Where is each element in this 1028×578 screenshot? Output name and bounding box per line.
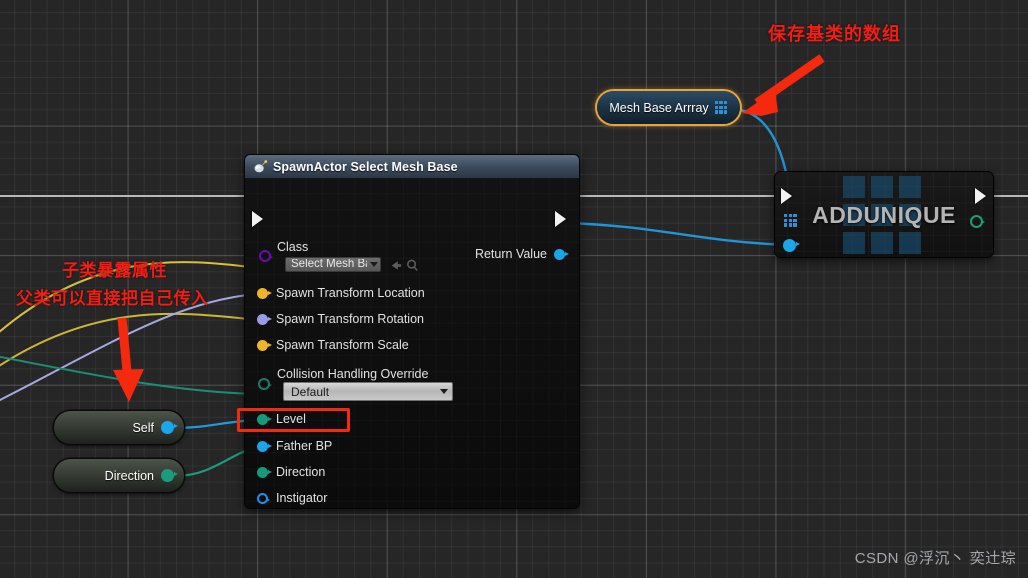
exec-in-pin[interactable] <box>252 211 263 227</box>
class-pin-row[interactable] <box>259 247 273 265</box>
return-index-pin[interactable] <box>970 215 985 228</box>
class-dropdown[interactable]: Select Mesh Bas <box>285 257 381 272</box>
collision-pin-row[interactable] <box>258 375 272 393</box>
self-variable-node[interactable]: Self <box>54 411 184 444</box>
spawn-transform-location-pin[interactable] <box>257 287 272 299</box>
pin-label: Instigator <box>276 490 328 505</box>
pin-row[interactable]: Spawn Transform Scale <box>257 336 409 354</box>
class-dropdown-value: Select Mesh Bas <box>291 258 367 270</box>
chevron-down-icon <box>440 389 448 394</box>
pin-label: Direction <box>276 464 326 479</box>
new-item-pin[interactable] <box>783 239 800 252</box>
self-label: Self <box>132 420 154 435</box>
mesh-base-array-label: Mesh Base Arrray <box>609 100 709 115</box>
return-value-pin[interactable] <box>554 248 569 260</box>
pin-label: Spawn Transform Scale <box>276 337 409 352</box>
spawn-transform-scale-pin[interactable] <box>257 339 272 351</box>
target-array-pin[interactable] <box>784 214 797 227</box>
exec-in-pin[interactable] <box>781 188 792 204</box>
direction-pin[interactable] <box>257 466 272 478</box>
father-bp-pin[interactable] <box>257 440 272 452</box>
direction-output-pin[interactable] <box>161 469 178 482</box>
back-arrow-icon[interactable] <box>388 258 403 273</box>
pin-label: Spawn Transform Rotation <box>276 311 424 326</box>
node-title: SpawnActor Select Mesh Base <box>273 159 458 174</box>
instigator-pin[interactable] <box>257 492 270 504</box>
direction-label: Direction <box>104 468 154 483</box>
return-value-label: Return Value <box>474 246 547 261</box>
class-pin[interactable] <box>259 250 273 262</box>
pin-row[interactable]: Instigator <box>257 489 327 507</box>
collision-override-pin[interactable] <box>258 378 272 390</box>
direction-variable-node[interactable]: Direction <box>54 459 184 492</box>
spawn-actor-icon <box>254 159 267 172</box>
node-header[interactable]: SpawnActor Select Mesh Base <box>245 155 579 179</box>
pin-row[interactable]: Direction <box>257 463 325 481</box>
pin-row[interactable]: Spawn Transform Location <box>257 284 425 302</box>
mesh-base-array-node[interactable]: Mesh Base Arrray <box>597 91 740 124</box>
pin-row[interactable]: Spawn Transform Rotation <box>257 310 424 328</box>
exec-out-pin[interactable] <box>975 188 986 204</box>
annotation-left-line1: 子类暴露属性 <box>62 261 167 280</box>
csdn-watermark: CSDN @浮沉丶 奕辻琮 <box>854 550 1016 567</box>
addunique-node[interactable]: ADDUNIQUE <box>775 172 993 257</box>
collision-override-label: Collision Handling Override <box>277 367 429 381</box>
addunique-title: ADDUNIQUE <box>812 202 956 228</box>
collision-override-value: Default <box>291 384 330 399</box>
father-bp-highlight-box <box>237 408 350 432</box>
annotation-top-right: 保存基类的数组 <box>768 24 901 44</box>
spawn-actor-node[interactable]: SpawnActor Select Mesh Base Class Select… <box>245 155 579 508</box>
spawn-transform-rotation-pin[interactable] <box>257 313 272 325</box>
pin-label: Spawn Transform Location <box>276 285 425 300</box>
array-grid-icon[interactable] <box>714 101 728 114</box>
self-output-pin[interactable] <box>161 421 178 434</box>
magnifier-icon[interactable] <box>405 258 420 273</box>
return-value-row[interactable]: Return Value <box>474 245 569 263</box>
exec-out-pin[interactable] <box>555 211 566 227</box>
pin-label: Father BP <box>276 438 333 453</box>
class-label: Class <box>277 240 309 254</box>
collision-override-dropdown[interactable]: Default <box>283 382 453 401</box>
pin-row[interactable]: Father BP <box>257 437 332 455</box>
annotation-left-line2: 父类可以直接把自己传入 <box>16 289 209 308</box>
chevron-down-icon <box>370 262 378 267</box>
